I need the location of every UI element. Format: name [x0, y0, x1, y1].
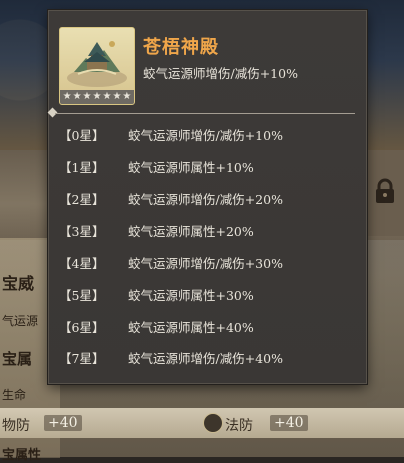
- star-icon: ★: [102, 91, 112, 102]
- star-level-label: 【5星】: [59, 288, 105, 303]
- magic-defense-icon: [203, 413, 223, 433]
- star-level-row: 【6星】 蛟气运源师属性+40%: [49, 317, 368, 337]
- star-level-effect: 蛟气运源师增伤/减伤+10%: [128, 128, 283, 143]
- star-level-effect: 蛟气运源师增伤/减伤+30%: [128, 256, 283, 271]
- star-level-effect: 蛟气运源师属性+20%: [128, 224, 254, 239]
- star-level-label: 【4星】: [59, 256, 105, 271]
- item-title: 苍梧神殿: [143, 37, 219, 58]
- bg-label-cut: 宝属性: [2, 448, 42, 463]
- star-icon: ★: [82, 91, 92, 102]
- stat-value-magic-defense: +40: [270, 415, 308, 431]
- palace-icon: ★ ★ ★ ★ ★ ★ ★: [59, 27, 135, 105]
- star-icon: ★: [72, 91, 82, 102]
- bg-label-baowei: 宝威: [2, 274, 35, 293]
- star-level-effect: 蛟气运源师属性+10%: [128, 160, 254, 175]
- star-level-label: 【0星】: [59, 128, 105, 143]
- star-level-effect: 蛟气运源师属性+40%: [128, 320, 254, 335]
- star-icon: ★: [62, 91, 72, 102]
- star-level-row: 【3星】 蛟气运源师属性+20%: [49, 221, 368, 241]
- star-level-label: 【2星】: [59, 192, 105, 207]
- star-icon: ★: [122, 91, 132, 102]
- bg-label-qiyunyuan: 气运源: [2, 314, 39, 328]
- star-level-label: 【1星】: [59, 160, 105, 175]
- star-level-row: 【4星】 蛟气运源师增伤/减伤+30%: [49, 253, 368, 273]
- star-icon: ★: [92, 91, 102, 102]
- star-level-row: 【2星】 蛟气运源师增伤/减伤+20%: [49, 189, 368, 209]
- stat-label-physical-defense: 物防: [2, 418, 30, 434]
- star-level-effect: 蛟气运源师增伤/减伤+40%: [128, 351, 283, 366]
- divider: [55, 113, 355, 114]
- bg-label-shengming: 生命: [2, 388, 27, 402]
- star-level-effect: 蛟气运源师属性+30%: [128, 288, 254, 303]
- star-level-row: 【1星】 蛟气运源师属性+10%: [49, 157, 368, 177]
- star-level-row: 【5星】 蛟气运源师属性+30%: [49, 285, 368, 305]
- star-level-label: 【6星】: [59, 320, 105, 335]
- item-description: 蛟气运源师增伤/减伤+10%: [143, 66, 298, 81]
- star-level-effect: 蛟气运源师增伤/减伤+20%: [128, 192, 283, 207]
- star-level-label: 【7星】: [59, 351, 105, 366]
- star-level-row: 【7星】 蛟气运源师增伤/减伤+40%: [49, 348, 368, 368]
- stat-value-physical-defense: +40: [44, 415, 82, 431]
- item-tooltip: ★ ★ ★ ★ ★ ★ ★ 苍梧神殿 蛟气运源师增伤/减伤+10% 【0星】 蛟…: [47, 10, 368, 384]
- lock-icon: [376, 178, 394, 203]
- bg-label-baoshu: 宝属: [2, 350, 33, 368]
- star-icon: ★: [112, 91, 122, 102]
- star-rating: ★ ★ ★ ★ ★ ★ ★: [60, 90, 134, 104]
- star-level-row: 【0星】 蛟气运源师增伤/减伤+10%: [49, 125, 368, 145]
- stat-label-magic-defense: 法防: [225, 418, 253, 434]
- star-level-label: 【3星】: [59, 224, 105, 239]
